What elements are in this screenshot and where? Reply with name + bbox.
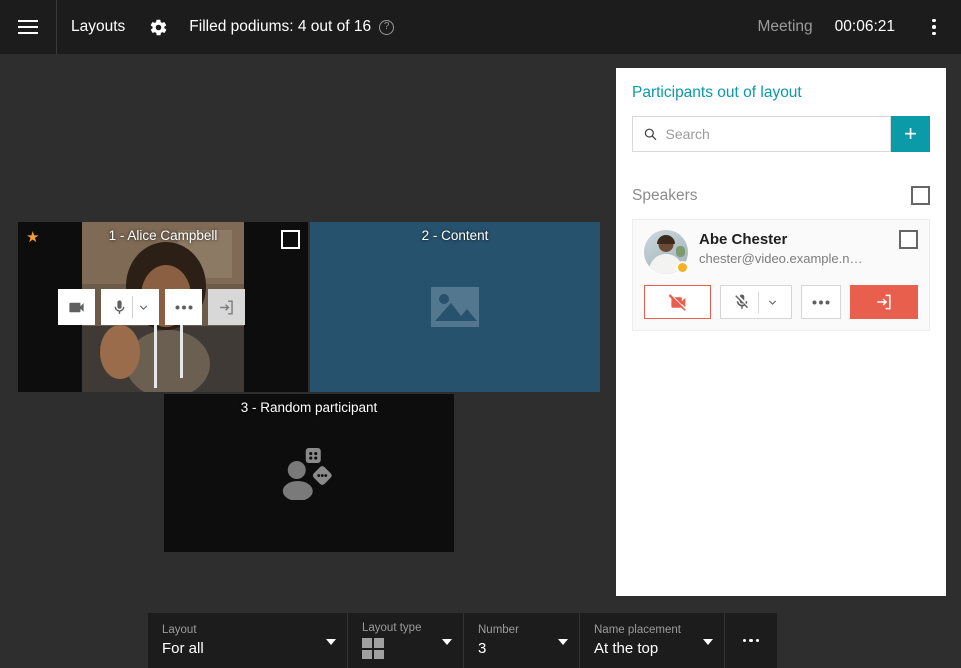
search-row: + [632,116,930,152]
layout-scope-select[interactable]: Layout For all [148,613,348,668]
layout-type-label: Layout type [362,622,422,634]
filled-podiums-status: Filled podiums: 4 out of 16 ? [189,18,395,36]
camera-off-icon [668,293,686,311]
layout-number-value: 3 [478,640,487,657]
search-input[interactable] [665,126,880,142]
avatar-bg-plant [676,246,685,257]
ellipsis-icon [812,300,830,304]
tile-more-button[interactable] [165,289,202,325]
tile-star-icon: ★ [26,229,40,246]
layout-stage: ★ 1 - Alice Campbell 2 - Content 3 - Ran… [0,54,616,668]
exit-icon [220,299,233,315]
layout-scope-value: For all [162,640,204,657]
participants-panel: Participants out of layout + Speakers [616,68,946,596]
chevron-down-icon[interactable] [766,296,779,309]
avatar-hair [657,235,675,244]
layout-tile-1[interactable]: ★ 1 - Alice Campbell [18,222,308,392]
participant-select-checkbox[interactable] [899,230,918,249]
participant-email: chester@video.example.n… [699,251,863,266]
tile-exit-button[interactable] [208,289,245,325]
avatar-wrapper [644,230,689,274]
kebab-menu-icon [932,18,936,23]
microphone-muted-icon [735,294,748,309]
gear-icon [150,19,167,35]
random-participant-icon [282,448,332,501]
participant-identity: Abe Chester chester@video.example.n… [699,230,888,266]
tile-controls [58,289,245,325]
layout-settings-bar: Layout For all Layout type Number 3 Name… [148,613,777,668]
ellipsis-icon [175,305,192,309]
layout-number-select[interactable]: Number 3 [464,613,580,668]
participant-name: Abe Chester [699,231,788,248]
hamburger-menu-button[interactable] [0,0,56,54]
settings-button[interactable] [141,0,175,54]
tile-select-checkbox[interactable] [281,230,300,249]
exit-icon [877,294,891,310]
participant-controls [644,285,918,319]
header-more-button[interactable] [917,0,951,54]
layout-scope-label: Layout [162,624,197,636]
layout-bar-more-button[interactable] [725,613,777,668]
participant-card-header: Abe Chester chester@video.example.n… [644,230,918,274]
help-icon[interactable]: ? [379,19,395,35]
name-placement-label: Name placement [594,624,681,636]
participant-microphone-button[interactable] [720,285,792,319]
participant-camera-off-button[interactable] [644,285,711,319]
button-divider [758,291,759,313]
app-header: Layouts Filled podiums: 4 out of 16 ? Me… [0,0,961,54]
camera-icon [69,302,84,312]
chevron-down-icon [326,638,336,645]
layout-type-select[interactable]: Layout type [348,613,464,668]
filled-podiums-text: Filled podiums: 4 out of 16 [189,18,372,35]
ellipsis-icon [742,638,747,643]
hamburger-icon [18,16,38,38]
name-placement-value: At the top [594,640,659,657]
meeting-label: Meeting [757,18,813,35]
header-right-group: Meeting 00:06:21 [758,0,961,54]
microphone-toggle-button[interactable] [101,289,159,325]
chevron-down-icon [703,638,713,645]
meeting-timer: 00:06:21 [834,18,895,35]
layout-number-label: Number [478,624,519,636]
search-icon [644,128,657,141]
status-indicator-dot [676,261,689,274]
page-title: Layouts [71,18,126,35]
participant-disconnect-button[interactable] [850,285,918,319]
speakers-label: Speakers [632,186,698,204]
speakers-row: Speakers [632,186,930,205]
participant-card: Abe Chester chester@video.example.n… [632,219,930,331]
speakers-select-checkbox[interactable] [911,186,930,205]
panel-title: Participants out of layout [632,84,802,101]
button-divider [131,296,133,318]
layout-tile-3-random[interactable]: 3 - Random participant [164,394,454,552]
camera-toggle-button[interactable] [58,289,95,325]
grid-layout-icon [362,638,384,659]
chevron-down-icon [442,638,452,645]
tile-name-label: 2 - Content [421,228,489,243]
chevron-down-icon[interactable] [137,301,150,314]
search-box[interactable] [632,116,891,152]
layout-tile-2-content[interactable]: 2 - Content [310,222,600,392]
tile-name-label: 1 - Alice Campbell [108,228,218,243]
image-placeholder-icon [431,287,479,327]
chevron-down-icon [558,638,568,645]
participant-more-button[interactable] [801,285,841,319]
name-placement-select[interactable]: Name placement At the top [580,613,725,668]
tile-name-label: 3 - Random participant [240,400,378,415]
add-participant-button[interactable]: + [891,116,930,152]
microphone-icon [114,299,124,314]
